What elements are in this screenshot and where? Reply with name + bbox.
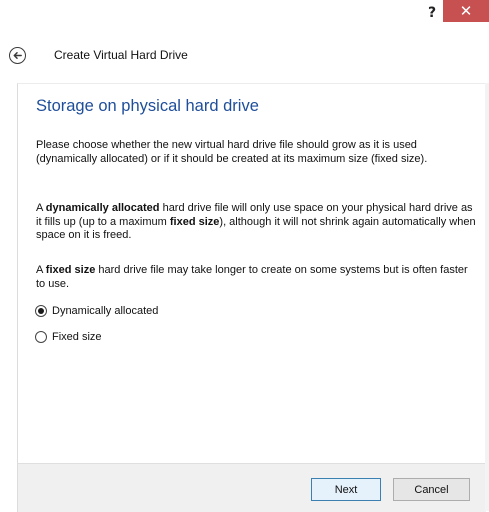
- bold-term: fixed size: [169, 215, 220, 228]
- cancel-button[interactable]: Cancel: [393, 478, 470, 501]
- button-bar: Next Cancel: [17, 463, 486, 512]
- titlebar: ? ✕: [0, 0, 489, 30]
- radio-fixed-size[interactable]: Fixed size: [35, 329, 102, 345]
- close-button[interactable]: ✕: [443, 0, 489, 22]
- radio-button-unchecked[interactable]: [35, 331, 47, 343]
- back-arrow-icon: [13, 52, 22, 59]
- text-segment: A: [36, 202, 46, 214]
- text-segment: A: [36, 264, 46, 276]
- help-button[interactable]: ?: [420, 1, 444, 25]
- wizard-title: Create Virtual Hard Drive: [54, 48, 188, 62]
- text-segment: hard drive file may take longer to creat…: [36, 264, 468, 290]
- close-icon: ✕: [459, 2, 473, 20]
- wizard-window: ? ✕ Create Virtual Hard Drive Storage on…: [0, 0, 489, 512]
- fixed-explanation-paragraph: A fixed size hard drive file may take lo…: [36, 264, 476, 291]
- radio-dynamically-allocated[interactable]: Dynamically allocated: [35, 303, 158, 319]
- wizard-header: Create Virtual Hard Drive: [0, 31, 489, 81]
- bold-term: fixed size: [45, 264, 96, 276]
- content-panel: Storage on physical hard drive Please ch…: [17, 83, 486, 464]
- dynamic-explanation-paragraph: A dynamically allocated hard drive file …: [36, 202, 476, 243]
- page-title: Storage on physical hard drive: [36, 97, 259, 115]
- radio-button-checked[interactable]: [35, 305, 47, 317]
- window-edge: [485, 83, 489, 511]
- description-paragraph: Please choose whether the new virtual ha…: [36, 139, 428, 165]
- bold-term: dynamically allocated: [45, 202, 160, 214]
- next-button[interactable]: Next: [311, 478, 381, 501]
- radio-label: Fixed size: [52, 331, 102, 343]
- back-button[interactable]: [9, 47, 26, 64]
- radio-label: Dynamically allocated: [52, 305, 159, 317]
